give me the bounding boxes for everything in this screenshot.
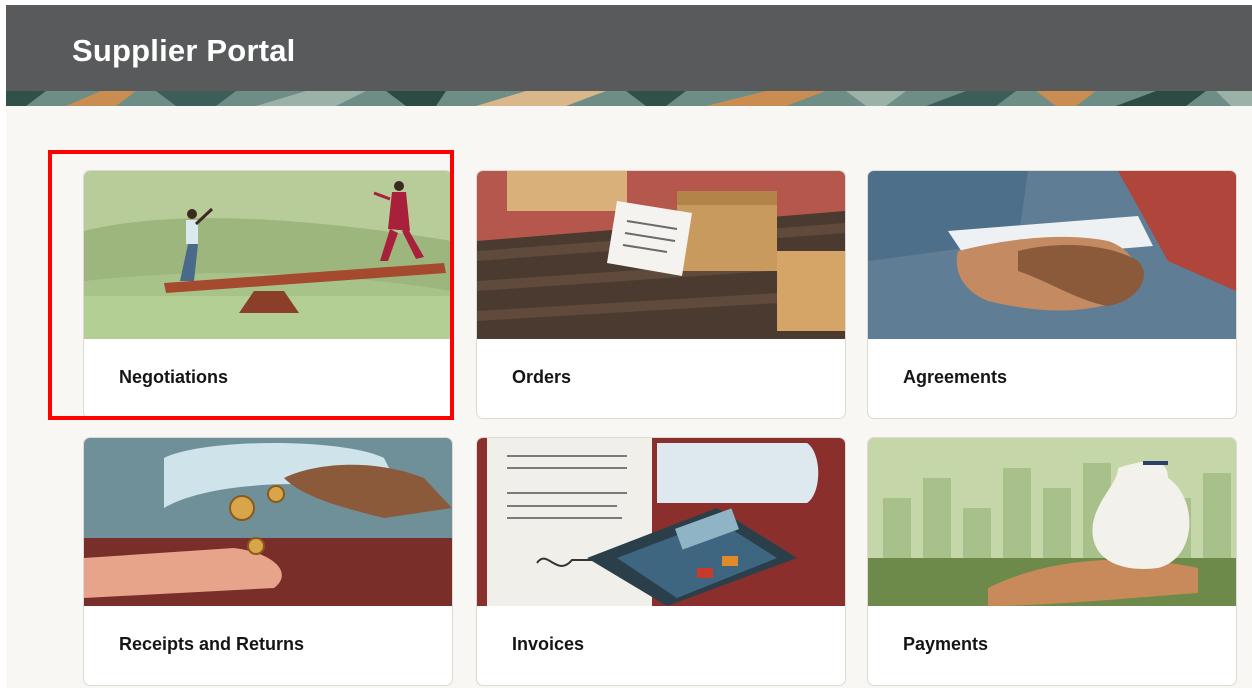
tile-label: Orders <box>512 367 572 387</box>
tile-agreements[interactable]: Agreements <box>867 170 1237 419</box>
tile-label: Payments <box>903 634 989 654</box>
tile-orders[interactable]: Orders <box>476 170 846 419</box>
decorative-banner <box>6 91 1252 106</box>
tile-negotiations[interactable]: Negotiations <box>83 170 453 419</box>
page-title: Supplier Portal <box>72 33 296 68</box>
tile-invoices[interactable]: Invoices <box>476 437 846 686</box>
supplier-portal-page: Supplier Portal Negotiations Orders Agre… <box>6 5 1252 688</box>
handshake-illustration-icon <box>868 171 1236 339</box>
portal-header: Supplier Portal <box>6 5 1252 91</box>
tile-label: Invoices <box>512 634 585 654</box>
boxes-conveyor-illustration-icon <box>477 171 845 339</box>
calculator-receipt-illustration-icon <box>477 438 845 606</box>
tile-receipts-and-returns[interactable]: Receipts and Returns <box>83 437 453 686</box>
money-bag-illustration-icon <box>868 438 1236 606</box>
tile-label: Negotiations <box>119 367 229 387</box>
coins-hands-illustration-icon <box>84 438 452 606</box>
tile-label: Receipts and Returns <box>119 634 305 654</box>
seesaw-illustration-icon <box>84 171 452 339</box>
tile-label: Agreements <box>903 367 1008 387</box>
tile-payments[interactable]: Payments <box>867 437 1237 686</box>
